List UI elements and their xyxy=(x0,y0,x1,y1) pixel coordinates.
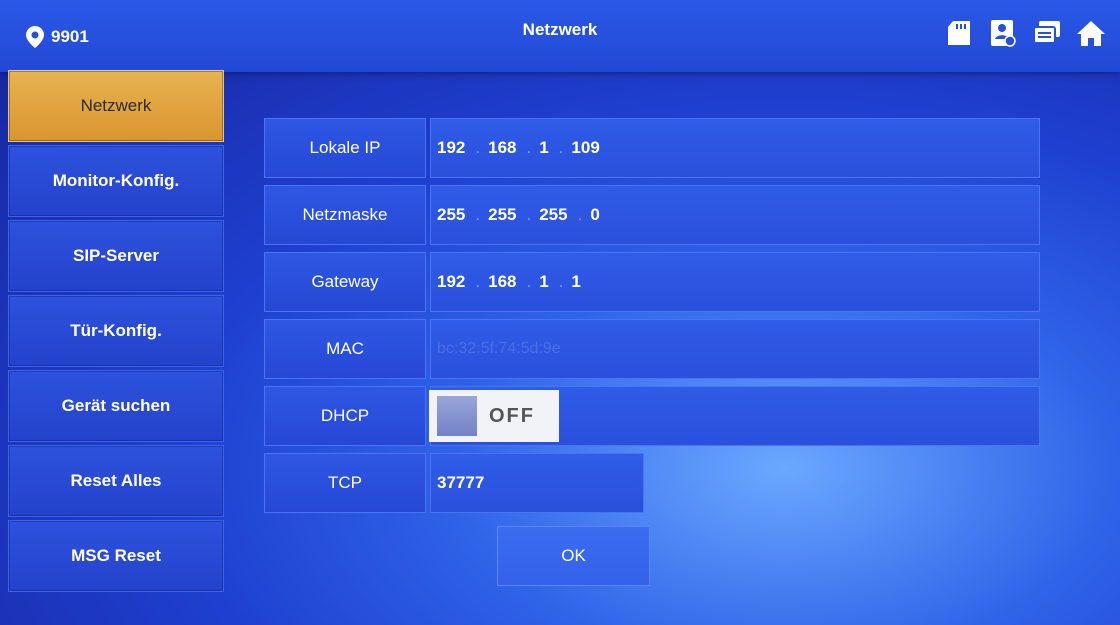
sidebar-item-label: Netzwerk xyxy=(80,96,152,115)
sidebar-item-label: Gerät suchen xyxy=(61,396,171,415)
ip-octet[interactable]: 255 xyxy=(488,205,516,225)
ip-separator: . xyxy=(558,272,564,291)
netmask-field[interactable]: 255 . 255 . 255 . 0 xyxy=(430,185,1040,245)
home-icon[interactable] xyxy=(1076,18,1106,48)
ok-button[interactable]: OK xyxy=(497,526,650,586)
dhcp-field: OFF xyxy=(429,386,1040,446)
gateway-label: Gateway xyxy=(264,252,426,312)
ip-separator: . xyxy=(558,138,564,157)
ip-octet[interactable]: 255 xyxy=(437,205,465,225)
dhcp-toggle[interactable]: OFF xyxy=(429,390,559,442)
mac-row: MAC bc:32:5f:74:5d:9e xyxy=(264,319,1040,379)
ip-octet[interactable]: 192 xyxy=(437,138,465,158)
toggle-state: OFF xyxy=(489,404,535,427)
tcp-port-value: 37777 xyxy=(437,473,485,492)
mac-label: MAC xyxy=(264,319,426,379)
dhcp-row: DHCP OFF xyxy=(264,386,1040,446)
message-icon[interactable] xyxy=(1032,18,1062,48)
sidebar-item-sip-server[interactable]: SIP-Server xyxy=(8,220,224,292)
local-ip-row: Lokale IP 192 . 168 . 1 . 109 xyxy=(264,118,1040,178)
ip-octet[interactable]: 0 xyxy=(590,205,599,225)
sidebar-item-monitor-konfig[interactable]: Monitor-Konfig. xyxy=(8,145,224,217)
ip-octet[interactable]: 1 xyxy=(539,272,548,292)
ip-separator: . xyxy=(526,205,532,224)
sidebar-item-label: SIP-Server xyxy=(73,246,159,265)
top-bar: 9901 Netzwerk xyxy=(0,0,1120,72)
contacts-icon[interactable] xyxy=(988,18,1018,48)
ip-separator: . xyxy=(526,272,532,291)
ip-octet[interactable]: 168 xyxy=(488,138,516,158)
ok-button-label: OK xyxy=(561,546,586,565)
mac-value: bc:32:5f:74:5d:9e xyxy=(437,340,561,357)
sidebar-item-reset-alles[interactable]: Reset Alles xyxy=(8,445,224,517)
sidebar-item-msg-reset[interactable]: MSG Reset xyxy=(8,520,224,592)
ip-octet[interactable]: 109 xyxy=(571,138,599,158)
tcp-label: TCP xyxy=(264,453,426,513)
gateway-row: Gateway 192 . 168 . 1 . 1 xyxy=(264,252,1040,312)
sidebar: Netzwerk Monitor-Konfig. SIP-Server Tür-… xyxy=(8,70,226,595)
mac-field: bc:32:5f:74:5d:9e xyxy=(430,319,1040,379)
sidebar-item-netzwerk[interactable]: Netzwerk xyxy=(8,70,224,142)
sidebar-item-label: MSG Reset xyxy=(71,546,161,565)
sidebar-item-tuer-konfig[interactable]: Tür-Konfig. xyxy=(8,295,224,367)
ip-octet[interactable]: 1 xyxy=(571,272,580,292)
ip-octet[interactable]: 255 xyxy=(539,205,567,225)
ip-separator: . xyxy=(577,205,583,224)
tcp-row: TCP 37777 xyxy=(264,453,644,513)
sidebar-item-geraet-suchen[interactable]: Gerät suchen xyxy=(8,370,224,442)
local-ip-field[interactable]: 192 . 168 . 1 . 109 xyxy=(430,118,1040,178)
sidebar-item-label: Reset Alles xyxy=(70,471,162,490)
sd-card-icon[interactable] xyxy=(944,18,974,48)
ip-separator: . xyxy=(475,138,481,157)
ip-octet[interactable]: 1 xyxy=(539,138,548,158)
dhcp-label: DHCP xyxy=(264,386,426,446)
toggle-knob xyxy=(437,396,477,436)
sidebar-item-label: Tür-Konfig. xyxy=(70,321,162,340)
tcp-port-input[interactable]: 37777 xyxy=(430,453,644,513)
ip-separator: . xyxy=(475,272,481,291)
netmask-label: Netzmaske xyxy=(264,185,426,245)
gateway-field[interactable]: 192 . 168 . 1 . 1 xyxy=(430,252,1040,312)
sidebar-item-label: Monitor-Konfig. xyxy=(52,171,180,190)
ip-octet[interactable]: 192 xyxy=(437,272,465,292)
ip-separator: . xyxy=(475,205,481,224)
netmask-row: Netzmaske 255 . 255 . 255 . 0 xyxy=(264,185,1040,245)
ip-separator: . xyxy=(526,138,532,157)
local-ip-label: Lokale IP xyxy=(264,118,426,178)
ip-octet[interactable]: 168 xyxy=(488,272,516,292)
